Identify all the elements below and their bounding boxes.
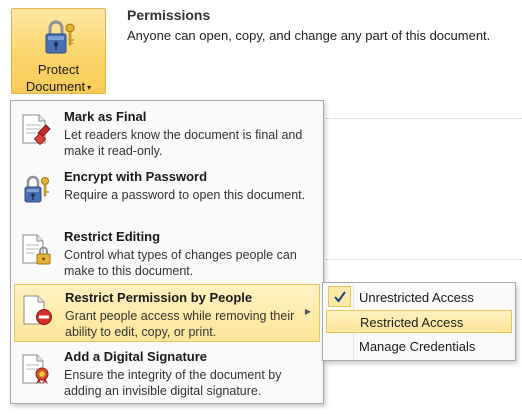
permissions-description: Anyone can open, copy, and change any pa… <box>127 28 491 43</box>
menu-item-title: Restrict Permission by People <box>65 290 253 305</box>
encrypt-password-icon <box>24 175 49 203</box>
digital-signature-icon <box>22 354 49 384</box>
menu-item-restrict-editing[interactable]: Restrict Editing Control what types of c… <box>14 224 320 282</box>
submenu-arrow-icon: ▶ <box>304 307 311 316</box>
menu-item-add-digital-signature[interactable]: Add a Digital Signature Ensure the integ… <box>14 344 320 402</box>
protect-document-button[interactable]: Protect Document ▾ <box>11 8 106 94</box>
checkmark-icon <box>328 286 351 307</box>
section-divider <box>326 118 522 119</box>
restrict-permission-submenu: Unrestricted Access Restricted Access Ma… <box>322 282 516 361</box>
menu-item-restrict-permission-by-people[interactable]: Restrict Permission by People Grant peop… <box>14 284 320 342</box>
protect-label-line2: Document ▾ <box>25 79 92 94</box>
chevron-down-icon: ▾ <box>87 83 92 92</box>
permissions-heading: Permissions <box>127 7 211 23</box>
protect-document-menu: Mark as Final Let readers know the docum… <box>10 100 324 404</box>
menu-item-encrypt-with-password[interactable]: Encrypt with Password Require a password… <box>14 164 320 222</box>
menu-item-title: Add a Digital Signature <box>64 349 208 364</box>
submenu-item-unrestricted-access[interactable]: Unrestricted Access <box>326 286 512 309</box>
menu-item-description: Grant people access while removing their… <box>65 309 295 339</box>
lock-keys-icon <box>45 20 75 54</box>
submenu-item-label: Unrestricted Access <box>359 290 474 305</box>
menu-item-title: Restrict Editing <box>64 229 161 244</box>
menu-item-description: Require a password to open this document… <box>64 188 306 202</box>
protect-label-line1: Protect <box>37 62 80 77</box>
submenu-item-label: Manage Credentials <box>359 339 476 354</box>
menu-item-mark-as-final[interactable]: Mark as Final Let readers know the docum… <box>14 104 320 162</box>
menu-item-title: Encrypt with Password <box>64 169 208 184</box>
submenu-item-restricted-access[interactable]: Restricted Access <box>326 310 512 333</box>
submenu-item-manage-credentials[interactable]: Manage Credentials <box>326 335 512 358</box>
menu-item-description: Let readers know the document is final a… <box>64 128 303 158</box>
submenu-item-label: Restricted Access <box>360 315 464 330</box>
menu-item-description: Ensure the integrity of the document by … <box>64 368 282 398</box>
menu-item-title: Mark as Final <box>64 109 147 124</box>
mark-final-icon <box>22 114 51 145</box>
restrict-permission-icon <box>23 295 52 325</box>
restrict-editing-icon <box>22 234 51 265</box>
menu-item-description: Control what types of changes people can… <box>64 248 297 278</box>
section-divider <box>326 259 522 260</box>
